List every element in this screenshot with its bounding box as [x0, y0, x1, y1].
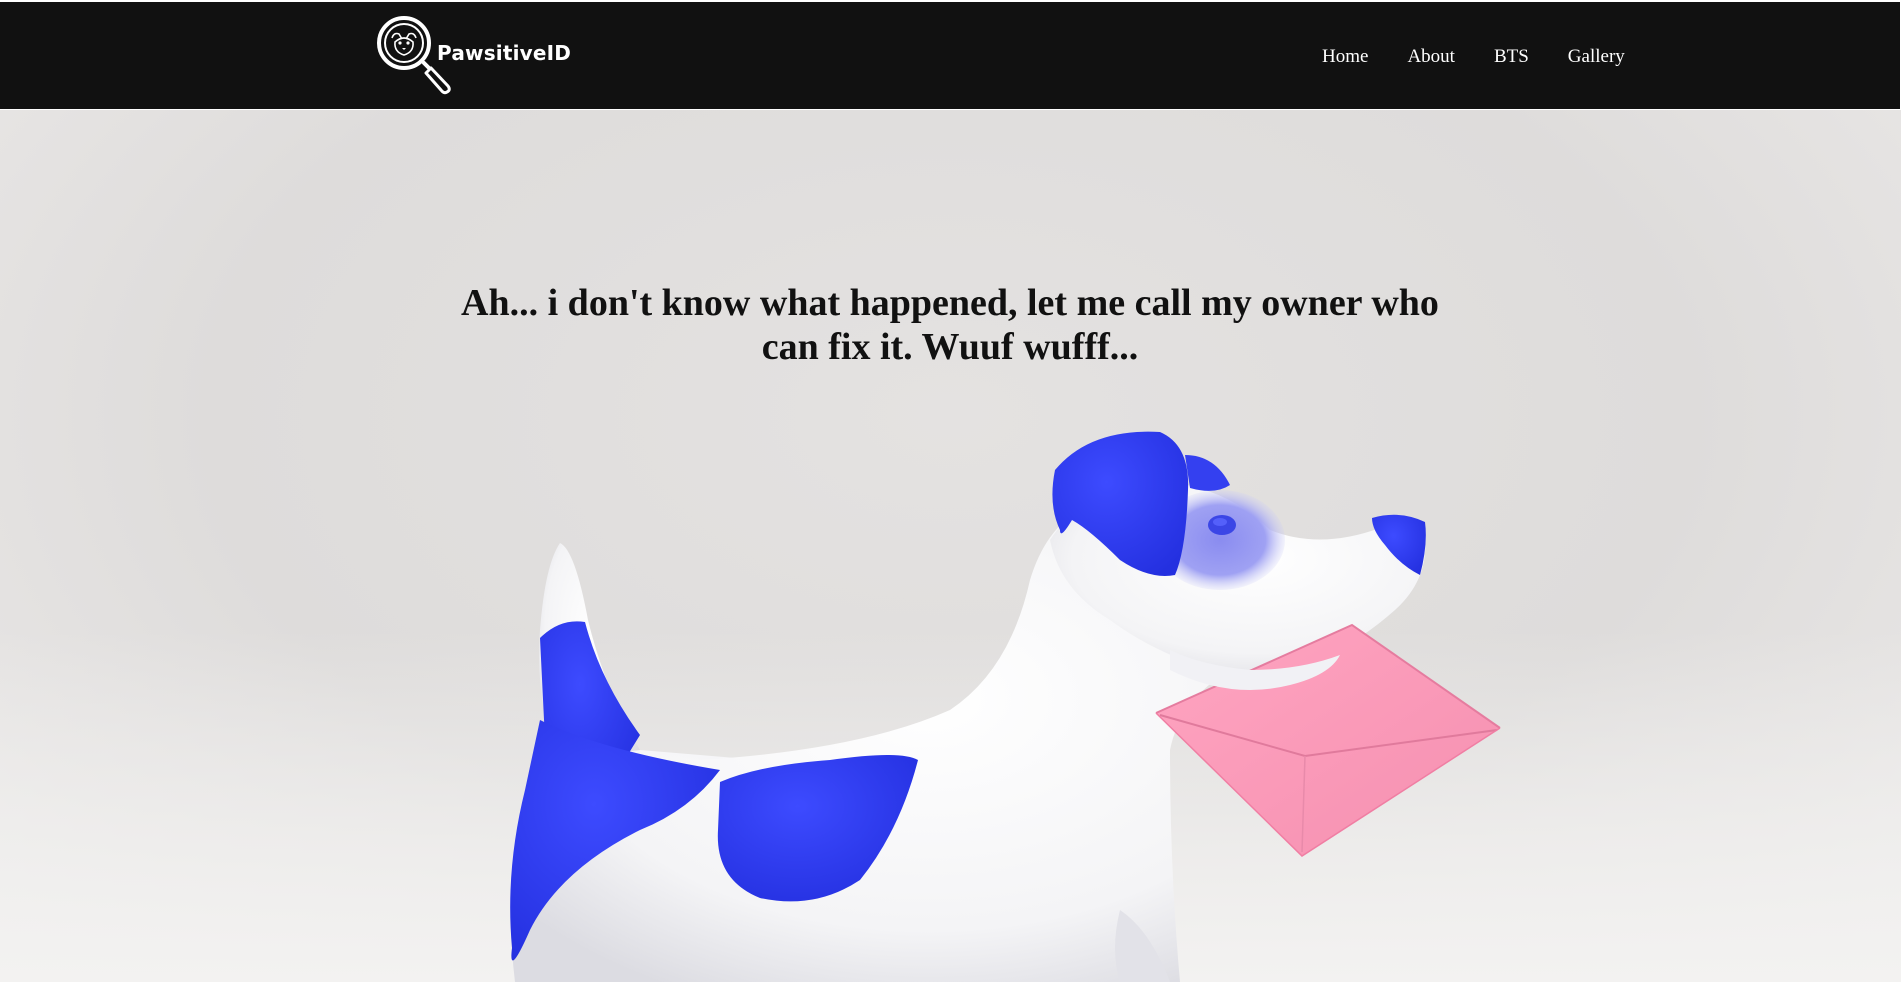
nav-about-link[interactable]: About [1407, 46, 1455, 68]
nav-gallery-link[interactable]: Gallery [1568, 46, 1625, 68]
brand-name: PawsitiveID [437, 41, 572, 65]
error-hero: Ah... i don't know what happened, let me… [0, 110, 1901, 982]
page: PawsitiveID Home About BTS Gallery Ah...… [0, 0, 1901, 982]
nav-bts-link[interactable]: BTS [1494, 46, 1529, 68]
main-nav: Home About BTS Gallery [1322, 46, 1664, 68]
logo-link[interactable]: PawsitiveID [374, 12, 571, 100]
navbar: PawsitiveID Home About BTS Gallery [0, 2, 1900, 109]
dog-with-envelope-illustration [510, 431, 1501, 982]
nav-home-link[interactable]: Home [1322, 46, 1368, 68]
